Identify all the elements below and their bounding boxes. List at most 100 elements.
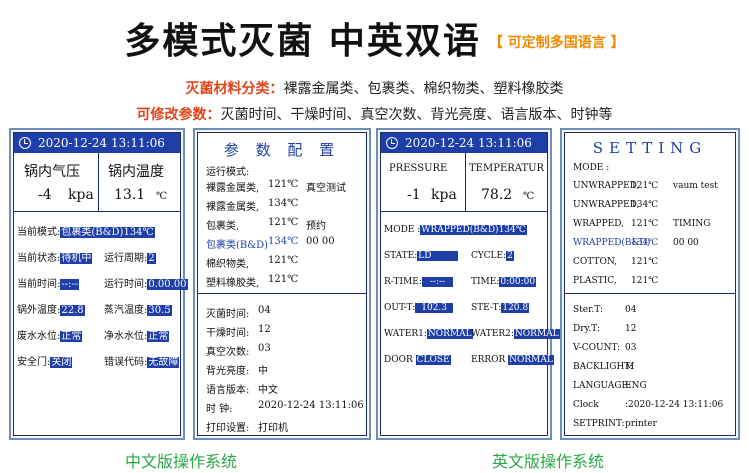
param-value[interactable]: :2020-12-24 13:11:06 (625, 400, 723, 410)
mode-row-extra: vaum test (673, 181, 718, 191)
en-pressure-label: PRESSURE (389, 163, 448, 174)
param-value[interactable]: 04 (625, 305, 636, 315)
param-value[interactable]: 中 (258, 362, 268, 377)
mode-row-temp[interactable]: 121℃ (631, 257, 658, 267)
param-value[interactable]: M (625, 362, 634, 372)
en-water2-label: WATER2: (471, 329, 514, 339)
mode-row-name[interactable]: WRAPPED, (573, 219, 624, 229)
en-pressure-unit: kpa (431, 187, 457, 203)
cn-clean-label: 净水水位: (104, 331, 148, 342)
cn-steam-value[interactable]: 30.5 (147, 305, 172, 316)
mode-row-extra: 预约 (306, 221, 326, 232)
mode-row-name[interactable]: 塑料橡胶类, (206, 274, 259, 289)
mode-row-temp[interactable]: 134℃ (631, 200, 658, 210)
mode-row-name[interactable]: PLASTIC, (573, 276, 617, 286)
panel-en-main: 2020-12-24 13:11:06 PRESSURE TEMPERATUR … (376, 128, 560, 440)
mode-row-temp[interactable]: 121℃ (631, 181, 658, 191)
cn-err-value[interactable]: 无故障 (147, 357, 180, 368)
mode-row-name[interactable]: 包裹类(B&D) (206, 236, 268, 251)
en-err-value[interactable]: NORMAL (508, 355, 554, 365)
mode-row-name[interactable]: UNWRAPPED, (573, 181, 639, 191)
cn-config-screen: 参 数 配 置 运行模式: 裸露金属类, 121℃ 真空测试 裸露金属类, 134℃ 包裹… (197, 132, 367, 436)
mode-row-temp[interactable]: 121℃ (268, 274, 298, 285)
en-temp-value: 78.2 (481, 187, 513, 203)
en-mode-value[interactable]: WRAPPED(B&D)134℃ (420, 225, 527, 235)
cn-temp-label: 锅内温度 (108, 164, 164, 180)
cn-main-screen: 2020-12-24 13:11:06 锅内气压 锅内温度 -4 kpa 13.… (13, 132, 188, 436)
cn-run-value[interactable]: 0.00.00 (147, 279, 188, 290)
en-rtime-label: R-TIME: (384, 277, 422, 287)
param-value[interactable]: ENG (625, 381, 647, 391)
mode-row-name[interactable]: 棉织物类, (206, 255, 249, 270)
param-label: 时 钟: (206, 404, 233, 415)
param-label: 真空次数: (206, 347, 250, 358)
params-line: 可修改参数：灭菌时间、干燥时间、真空次数、背光亮度、语言版本、时钟等 (0, 104, 749, 124)
param-label: 背光亮度: (206, 366, 250, 377)
cn-temp-unit: ℃ (156, 191, 168, 202)
mode-row-extra: TIMING (673, 219, 711, 229)
param-value[interactable]: printer (625, 419, 657, 429)
param-value[interactable]: 03 (258, 343, 271, 354)
cn-mode-value[interactable]: 包裹类(B&D)134℃ (60, 227, 155, 238)
cn-state-value[interactable]: 待机中 (60, 253, 93, 264)
en-water2-value[interactable]: NORMAL (513, 329, 560, 339)
cn-ext-label: 锅外温度: (17, 305, 61, 316)
cn-door-value[interactable]: 关闭 (50, 357, 73, 368)
en-water1-label: WATER1: (384, 329, 427, 339)
param-value[interactable]: 中文 (258, 381, 278, 396)
en-ste-value[interactable]: 120.8 (501, 303, 530, 313)
param-value[interactable]: 12 (625, 324, 636, 334)
en-rtime-value[interactable]: --:-- (421, 277, 454, 287)
materials-text: 裸露金属类、包裹类、棉织物类、塑料橡胶类 (283, 81, 564, 97)
param-value[interactable]: 04 (258, 305, 271, 316)
mode-row-temp[interactable]: 121℃ (631, 219, 658, 229)
mode-row-temp[interactable]: 134℃ (268, 236, 298, 247)
param-label: Clock (573, 400, 599, 410)
param-value[interactable]: 03 (625, 343, 636, 353)
mode-row-name[interactable]: 裸露金属类, (206, 198, 259, 213)
mode-row-temp[interactable]: 121℃ (268, 179, 298, 190)
headline-title: 多模式灭菌 中英双语 (124, 21, 481, 62)
mode-row-temp[interactable]: 134℃ (268, 198, 298, 209)
en-config-title: SETTING (592, 139, 708, 157)
param-label: V-COUNT: (573, 343, 621, 353)
mode-row-name[interactable]: COTTON, (573, 257, 617, 267)
en-water1-value[interactable]: NORMAL (426, 329, 473, 339)
mode-row-name[interactable]: 包裹类, (206, 217, 239, 232)
cn-time-value[interactable]: --:-- (60, 279, 80, 290)
param-label: 语言版本: (206, 385, 250, 396)
en-ste-label: STE-T: (471, 303, 502, 313)
cn-ext-value[interactable]: 22.8 (60, 305, 85, 316)
cn-main-datetime: 2020-12-24 13:11:06 (38, 136, 165, 150)
param-value[interactable]: 2020-12-24 13:11:06 (258, 400, 364, 411)
param-label: Dry.T: (573, 324, 600, 334)
en-out-value[interactable]: 102.3 (415, 303, 454, 313)
caption-en: 英文版操作系统 (492, 452, 605, 471)
en-config-mode-label: MODE : (573, 163, 610, 173)
cn-steam-label: 蒸汽温度: (104, 305, 148, 316)
en-main-datetime: 2020-12-24 13:11:06 (405, 136, 532, 150)
divider (198, 293, 366, 294)
en-time-value[interactable]: 0:00:00 (499, 277, 537, 287)
cn-waste-value[interactable]: 正常 (60, 331, 83, 342)
en-door-value[interactable]: CLOSE (415, 355, 451, 365)
cn-state-label: 当前状态: (17, 253, 61, 264)
cn-clean-value[interactable]: 正常 (147, 331, 170, 342)
mode-row-name[interactable]: 裸露金属类, (206, 179, 259, 194)
mode-row-temp[interactable]: 121℃ (268, 217, 298, 228)
headline: 多模式灭菌 中英双语【 可定制多国语言 】 (0, 12, 749, 64)
param-value[interactable]: 打印机 (258, 419, 288, 434)
en-err-label: ERROR (471, 355, 506, 365)
materials-label: 灭菌材料分类： (185, 81, 284, 97)
mode-row-temp[interactable]: 121℃ (268, 255, 298, 266)
cn-cycle-value[interactable]: 2 (147, 253, 156, 264)
en-cycle-value[interactable]: 2 (506, 251, 514, 261)
en-config-screen: SETTING MODE : UNWRAPPED, 121℃ vaum test UN… (564, 132, 736, 436)
en-state-value[interactable]: LD (417, 251, 458, 261)
mode-row-temp[interactable]: 121℃ (631, 276, 658, 286)
divider (465, 153, 466, 211)
param-value[interactable]: 12 (258, 324, 271, 335)
mode-row-name[interactable]: UNWRAPPED, (573, 200, 639, 210)
mode-row-temp[interactable]: 134℃ (631, 238, 658, 248)
mode-row-extra: 真空测试 (306, 183, 346, 194)
